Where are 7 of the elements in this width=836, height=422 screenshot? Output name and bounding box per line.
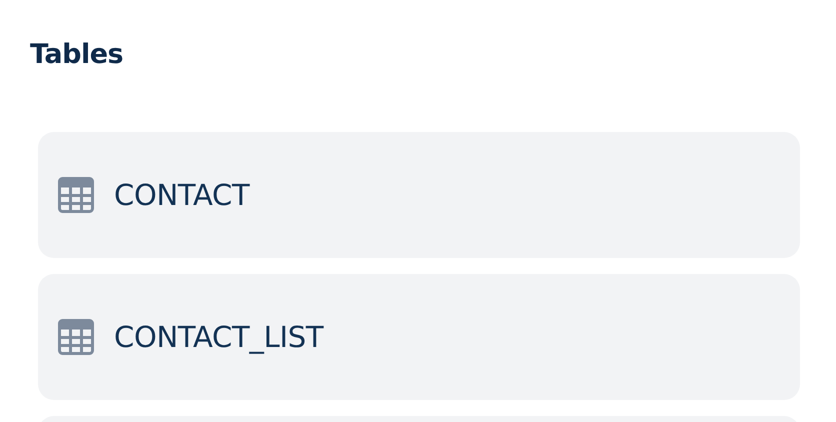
table-icon xyxy=(58,319,94,355)
table-name: CONTACT xyxy=(114,178,250,212)
table-icon xyxy=(58,177,94,213)
table-name: CONTACT_LIST xyxy=(114,320,324,354)
table-item[interactable]: CONTACT xyxy=(38,132,800,258)
section-title: Tables xyxy=(30,38,124,72)
table-item[interactable]: CONTACT_LIST xyxy=(38,274,800,400)
